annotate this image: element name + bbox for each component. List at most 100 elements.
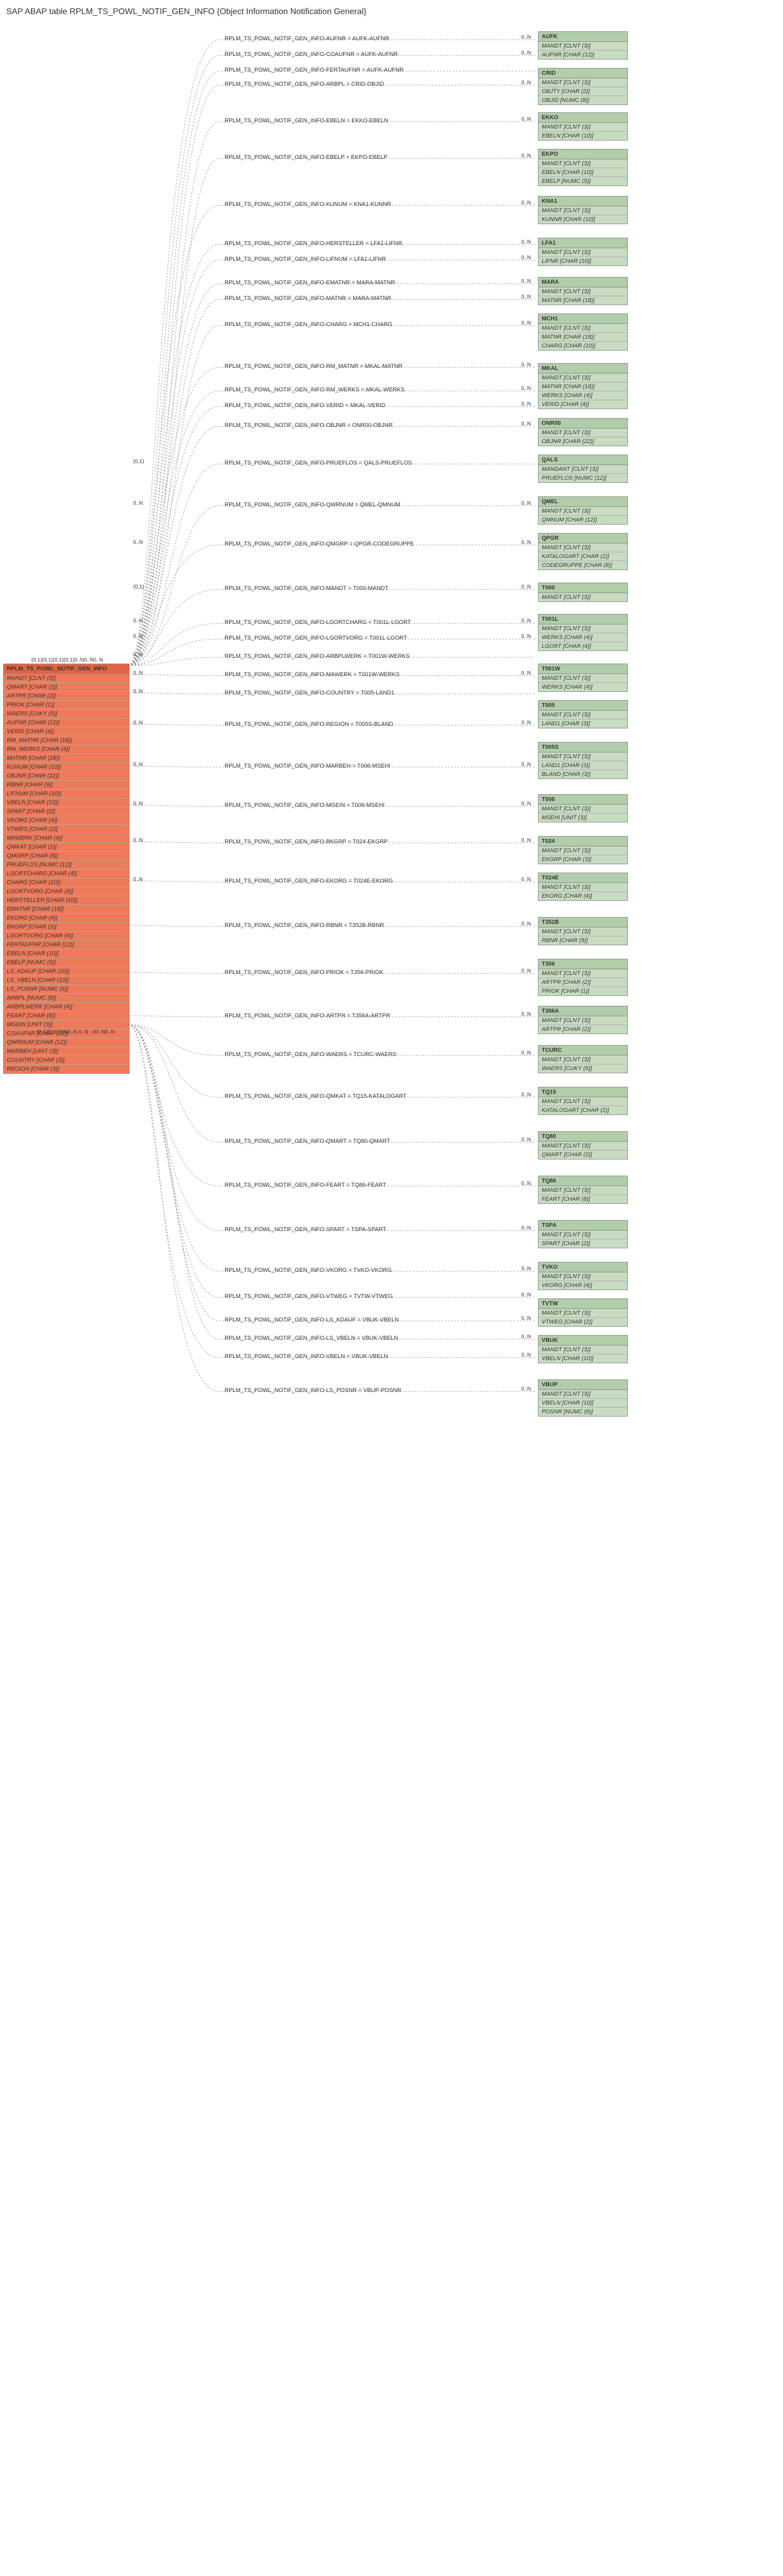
target-field: MANDT [CLNT (3)]: [539, 1272, 627, 1281]
cardinality-right: 0..N: [521, 1352, 531, 1358]
main-field: KUNUM [CHAR (10)]: [4, 763, 129, 772]
main-bottom-cardinalities: (0,1)(0,02)5N0..N 0..N , 00..N0..N: [37, 1029, 136, 1035]
target-entity-qpgr: QPGRMANDT [CLNT (3)]KATALOGART [CHAR (2)…: [538, 533, 628, 570]
target-field: MANDT [CLNT (3)]: [539, 1309, 627, 1318]
relationship-label: RPLM_TS_POWL_NOTIF_GEN_INFO-EBELN = EKKO…: [225, 118, 388, 124]
target-field: MANDT [CLNT (3)]: [539, 1142, 627, 1151]
main-field: LIFNUM [CHAR (10)]: [4, 790, 129, 798]
cardinality-right: 0..N: [521, 401, 531, 407]
target-field: EKGRP [CHAR (3)]: [539, 855, 627, 864]
relationship-label: RPLM_TS_POWL_NOTIF_GEN_INFO-VKORG = TVKO…: [225, 1267, 392, 1273]
target-title: KNA1: [539, 196, 627, 206]
target-title: MKAL: [539, 364, 627, 374]
main-field: WAERS [CUKY (5)]: [4, 710, 129, 718]
cardinality-left: 0..N: [133, 540, 143, 546]
cardinality-left: (0,1): [133, 584, 144, 590]
target-field: AUFNR [CHAR (12)]: [539, 51, 627, 59]
relationship-label: RPLM_TS_POWL_NOTIF_GEN_INFO-RM_WERKS = M…: [225, 387, 404, 393]
target-title: TVTW: [539, 1299, 627, 1309]
target-field: WERKS [CHAR (4)]: [539, 633, 627, 642]
cardinality-left: 0..N: [133, 877, 143, 883]
target-field: VKORG [CHAR (4)]: [539, 1281, 627, 1290]
target-field: MANDT [CLNT (3)]: [539, 1231, 627, 1239]
target-title: T024: [539, 837, 627, 846]
target-entity-ekpo: EKPOMANDT [CLNT (3)]EBELN [CHAR (10)]EBE…: [538, 149, 628, 186]
target-entity-mara: MARAMANDT [CLNT (3)]MATNR [CHAR (18)]: [538, 277, 628, 305]
cardinality-right: 0..N: [521, 1292, 531, 1298]
main-field: CHARG [CHAR (10)]: [4, 878, 129, 887]
target-title: T001L: [539, 614, 627, 624]
target-field: MATNR [CHAR (18)]: [539, 296, 627, 305]
relationship-label: RPLM_TS_POWL_NOTIF_GEN_INFO-EMATNR = MAR…: [225, 280, 395, 286]
target-field: LGORT [CHAR (4)]: [539, 642, 627, 651]
cardinality-right: 0..N: [521, 320, 531, 326]
cardinality-left: 0..N: [133, 501, 143, 506]
main-field: QMART [CHAR (2)]: [4, 683, 129, 692]
relationship-label: RPLM_TS_POWL_NOTIF_GEN_INFO-SPART = TSPA…: [225, 1226, 386, 1233]
target-field: KUNNR [CHAR (10)]: [539, 215, 627, 224]
main-field: PRUEFLOS [NUMC (12)]: [4, 861, 129, 869]
target-title: T000: [539, 583, 627, 593]
main-field: EBELN [CHAR (10)]: [4, 949, 129, 958]
cardinality-right: 0..N: [521, 762, 531, 768]
target-field: MANDT [CLNT (3)]: [539, 248, 627, 257]
target-field: MANDT [CLNT (3)]: [539, 1016, 627, 1025]
target-entity-vbuk: VBUKMANDT [CLNT (3)]VBELN [CHAR (10)]: [538, 1335, 628, 1363]
cardinality-right: 0..N: [521, 584, 531, 590]
main-field: ARBPL [NUMC (8)]: [4, 994, 129, 1003]
target-entity-aufk: AUFKMANDT [CLNT (3)]AUFNR [CHAR (12)]: [538, 31, 628, 60]
target-entity-t356a: T356AMANDT [CLNT (3)]ARTPR [CHAR (2)]: [538, 1006, 628, 1034]
target-title: CRID: [539, 68, 627, 78]
cardinality-right: 0..N: [521, 618, 531, 624]
target-title: TQ86: [539, 1176, 627, 1186]
cardinality-right: 0..N: [521, 540, 531, 546]
main-entity-title: RPLM_TS_POWL_NOTIF_GEN_INFO: [4, 664, 129, 674]
relationship-label: RPLM_TS_POWL_NOTIF_GEN_INFO-QWRNUM = QME…: [225, 502, 400, 508]
cardinality-left: 0..N: [133, 720, 143, 726]
target-field: OBJNR [CHAR (22)]: [539, 437, 627, 446]
main-field: AUFNR [CHAR (12)]: [4, 718, 129, 727]
relationship-label: RPLM_TS_POWL_NOTIF_GEN_INFO-MANDT = T000…: [225, 585, 388, 591]
cardinality-right: 0..N: [521, 117, 531, 122]
target-entity-t005: T005MANDT [CLNT (3)]LAND1 [CHAR (3)]: [538, 700, 628, 728]
relationship-label: RPLM_TS_POWL_NOTIF_GEN_INFO-LGORTVORG = …: [225, 635, 407, 641]
cardinality-right: 0..N: [521, 1092, 531, 1098]
target-field: MANDT [CLNT (3)]: [539, 287, 627, 296]
cardinality-right: 0..N: [521, 1225, 531, 1231]
main-field: QWRNUM [CHAR (12)]: [4, 1038, 129, 1047]
target-field: RBNR [CHAR (9)]: [539, 936, 627, 945]
target-field: MANDT [CLNT (3)]: [539, 1186, 627, 1195]
cardinality-right: 0..N: [521, 1050, 531, 1056]
target-field: OBJTY [CHAR (2)]: [539, 87, 627, 96]
relationship-label: RPLM_TS_POWL_NOTIF_GEN_INFO-EKORG = T024…: [225, 878, 393, 884]
target-entity-t001w: T001WMANDT [CLNT (3)]WERKS [CHAR (4)]: [538, 664, 628, 692]
target-entity-t356: T356MANDT [CLNT (3)]ARTPR [CHAR (2)]PRIO…: [538, 959, 628, 996]
relationship-label: RPLM_TS_POWL_NOTIF_GEN_INFO-LS_VBELN = V…: [225, 1335, 398, 1341]
relationship-label: RPLM_TS_POWL_NOTIF_GEN_INFO-HERSTELLER =…: [225, 240, 402, 247]
cardinality-right: 0..N: [521, 801, 531, 807]
target-field: EBELN [CHAR (10)]: [539, 168, 627, 177]
relationship-label: RPLM_TS_POWL_NOTIF_GEN_INFO-FEART = TQ86…: [225, 1182, 386, 1188]
target-field: MANDT [CLNT (3)]: [539, 206, 627, 215]
target-title: QALS: [539, 455, 627, 465]
target-field: MANDT [CLNT (3)]: [539, 883, 627, 892]
relationship-label: RPLM_TS_POWL_NOTIF_GEN_INFO-PRUEFLOS = Q…: [225, 460, 412, 466]
relationship-label: RPLM_TS_POWL_NOTIF_GEN_INFO-QMGRP = QPGR…: [225, 541, 414, 547]
main-field: ARTPR [CHAR (2)]: [4, 692, 129, 701]
relationship-label: RPLM_TS_POWL_NOTIF_GEN_INFO-LIFNUM = LFA…: [225, 256, 386, 262]
cardinality-right: 0..N: [521, 80, 531, 86]
main-field: MAWERK [CHAR (4)]: [4, 834, 129, 843]
main-field: LGORTCHARG [CHAR (4)]: [4, 869, 129, 878]
main-field: MARBEH [UNIT (3)]: [4, 1047, 129, 1056]
target-title: MARA: [539, 277, 627, 287]
relationship-label: RPLM_TS_POWL_NOTIF_GEN_INFO-ARTPR = T356…: [225, 1013, 390, 1019]
target-entity-mkal: MKALMANDT [CLNT (3)]MATNR [CHAR (18)]WER…: [538, 363, 628, 409]
main-field: LGORTVORG [CHAR (4)]: [4, 887, 129, 896]
target-field: VERID [CHAR (4)]: [539, 400, 627, 409]
relationship-label: RPLM_TS_POWL_NOTIF_GEN_INFO-LS_POSNR = V…: [225, 1387, 401, 1394]
target-title: VBUK: [539, 1336, 627, 1345]
target-entity-t000: T000MANDT [CLNT (3)]: [538, 583, 628, 602]
cardinality-right: 0..N: [521, 838, 531, 843]
target-field: QMART [CHAR (2)]: [539, 1151, 627, 1159]
cardinality-right: 0..N: [521, 877, 531, 883]
